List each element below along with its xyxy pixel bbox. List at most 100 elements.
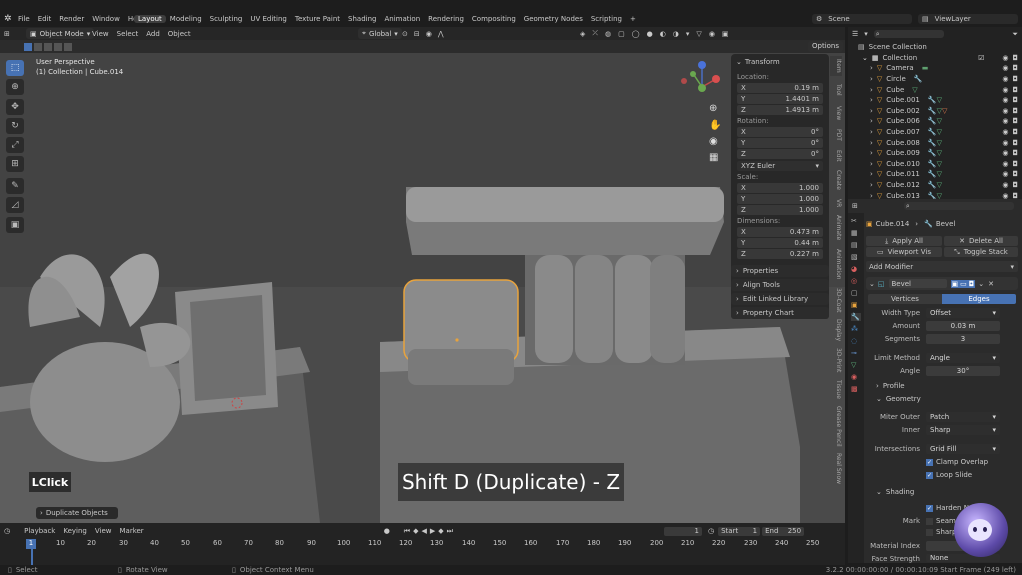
xray-icon[interactable]: ▢	[618, 30, 625, 38]
outliner-row[interactable]: › ▽ Cube.007 🔧 ▽ ◉ ◘	[848, 127, 1022, 138]
sidebar-tab-pdt[interactable]: PDT	[830, 126, 842, 144]
viewport-vis-button[interactable]: ▭ Viewport Vis	[866, 247, 942, 257]
shading-wireframe-icon[interactable]: ◯	[632, 30, 640, 38]
location-z-field[interactable]: Z 1.4913 m	[737, 105, 823, 115]
tab-shading[interactable]: Shading	[344, 15, 380, 23]
end-frame-field[interactable]: End 250	[762, 526, 805, 536]
camera-render-icon[interactable]: ◘	[1012, 160, 1018, 168]
menu-file[interactable]: File	[14, 15, 34, 23]
eye-icon[interactable]: ◉	[1002, 75, 1008, 83]
camera-icon[interactable]: ◉	[709, 136, 718, 147]
view-layer-selector[interactable]: ▤ ViewLayer	[918, 14, 1018, 24]
outliner-row[interactable]: › ▽ Cube.011 🔧 ▽ ◉ ◘	[848, 169, 1022, 180]
select-extend-icon[interactable]	[34, 42, 42, 51]
sidebar-tab-tool[interactable]: Tool	[830, 80, 842, 100]
shading-solid-icon[interactable]: ●	[647, 30, 653, 38]
tab-rendering[interactable]: Rendering	[424, 15, 468, 23]
camera-render-icon[interactable]: ◘	[1012, 181, 1018, 189]
limit-method-dropdown[interactable]: Angle ▾	[926, 353, 1000, 363]
scale-y-field[interactable]: Y 1.000	[737, 194, 823, 204]
select-intersect-icon[interactable]	[64, 42, 72, 51]
last-operation-panel[interactable]: › Duplicate Objects	[36, 507, 118, 519]
playhead[interactable]: 1	[26, 539, 36, 549]
sidebar-tab-view[interactable]: View	[830, 103, 842, 123]
move-tool-icon[interactable]: ✥	[6, 99, 24, 115]
jump-end-icon[interactable]: ⏭	[447, 527, 456, 535]
edges-toggle[interactable]: Edges	[942, 294, 1016, 304]
edit-linked-library-subpanel[interactable]: › Edit Linked Library	[731, 293, 829, 305]
tab-geometry-nodes[interactable]: Geometry Nodes	[520, 15, 587, 23]
menu-view[interactable]: View	[88, 30, 113, 38]
pivot-icon[interactable]: ⊙	[402, 30, 408, 38]
rotation-mode-dropdown[interactable]: XYZ Euler ▾	[737, 161, 823, 171]
outliner-row[interactable]: › ▽ Cube.008 🔧 ▽ ◉ ◘	[848, 137, 1022, 148]
camera-render-icon[interactable]: ◘	[1012, 54, 1018, 62]
outliner-row[interactable]: › ▽ Circle 🔧 ◉ ◘	[848, 74, 1022, 85]
miter-outer-dropdown[interactable]: Patch ▾	[926, 412, 1000, 422]
tab-sculpting[interactable]: Sculpting	[206, 15, 247, 23]
eye-icon[interactable]: ◉	[1002, 139, 1008, 147]
tab-uv-editing[interactable]: UV Editing	[246, 15, 291, 23]
property-chart-subpanel[interactable]: › Property Chart	[731, 307, 829, 319]
properties-subpanel[interactable]: › Properties	[731, 265, 829, 277]
edit-mode-toggle-icon[interactable]: ▣	[950, 279, 960, 288]
tool-tab-icon[interactable]: ✂	[851, 217, 861, 225]
gizmo-icon[interactable]: ⤫	[592, 29, 598, 38]
seam-checkbox[interactable]: Seam	[926, 517, 956, 525]
sidebar-tab-vr[interactable]: VR	[830, 196, 842, 210]
particles-tab-icon[interactable]: ⁂	[851, 325, 861, 333]
data-tab-icon[interactable]: ▽	[851, 361, 861, 369]
cursor-tool-icon[interactable]: ⊕	[6, 79, 24, 95]
blender-logo-icon[interactable]: ✲	[4, 14, 12, 24]
timeline-ruler[interactable]: 1 10 20 30 40 50 60 70 80 90 100 110 120…	[0, 539, 845, 549]
rotation-x-field[interactable]: X 0°	[737, 127, 823, 137]
falloff-icon[interactable]: ⋀	[438, 30, 444, 38]
camera-render-icon[interactable]: ◘	[1012, 107, 1018, 115]
start-frame-field[interactable]: Start 1	[718, 526, 761, 536]
mode-dropdown[interactable]: ▣ Object Mode ▾	[26, 28, 95, 39]
view-layer-tab-icon[interactable]: ▧	[851, 253, 861, 261]
constraints-tab-icon[interactable]: ⊸	[851, 349, 861, 357]
measure-tool-icon[interactable]: ◿	[6, 197, 24, 213]
dimensions-x-field[interactable]: X 0.473 m	[737, 227, 823, 237]
shading-subpanel[interactable]: ⌄ Shading	[876, 488, 914, 496]
outliner-row[interactable]: › ▽ Cube ▽ ◉ ◘	[848, 84, 1022, 95]
outliner-row[interactable]: ⌄ ▦ Collection ☑ ◉ ◘	[848, 53, 1022, 64]
output-tab-icon[interactable]: ▤	[851, 241, 861, 249]
camera-render-icon[interactable]: ◘	[1012, 75, 1018, 83]
material-tab-icon[interactable]: ◉	[851, 373, 861, 381]
angle-field[interactable]: 30°	[926, 366, 1000, 376]
align-tools-subpanel[interactable]: › Align Tools	[731, 279, 829, 291]
eye-icon[interactable]: ◉	[1002, 96, 1008, 104]
sharp-checkbox[interactable]: Sharp	[926, 528, 957, 536]
transform-tool-icon[interactable]: ⊞	[6, 156, 24, 172]
outliner-row[interactable]: › ▽ Cube.010 🔧 ▽ ◉ ◘	[848, 159, 1022, 170]
modifier-tab-icon[interactable]: 🔧	[851, 313, 861, 321]
collection-tab-icon[interactable]: ▢	[851, 289, 861, 297]
sidebar-tab-animate[interactable]: Animate	[830, 214, 842, 242]
outliner-row-scene-collection[interactable]: ▤ Scene Collection	[848, 42, 1022, 53]
eye-icon[interactable]: ◉	[1002, 54, 1008, 62]
eye-icon[interactable]: ◉	[1002, 86, 1008, 94]
current-frame-field[interactable]: 1	[663, 526, 702, 536]
select-new-icon[interactable]	[24, 42, 32, 51]
menu-view[interactable]: View	[91, 527, 116, 535]
sidebar-tab-3d-coat[interactable]: 3D-Coat	[830, 286, 842, 314]
eye-icon[interactable]: ◉	[1002, 160, 1008, 168]
outliner-row[interactable]: › ▽ Cube.006 🔧 ▽ ◉ ◘	[848, 116, 1022, 127]
outliner-search-input[interactable]: ⌕	[873, 30, 944, 38]
prev-keyframe-icon[interactable]: ◆	[413, 527, 421, 535]
eye-icon[interactable]: ◉	[1002, 181, 1008, 189]
select-subtract-icon[interactable]	[44, 42, 52, 51]
width-type-dropdown[interactable]: Offset ▾	[926, 308, 1000, 318]
tab-modeling[interactable]: Modeling	[166, 15, 206, 23]
location-x-field[interactable]: X 0.19 m	[737, 83, 823, 93]
apply-all-button[interactable]: ⤓ Apply All	[866, 236, 942, 246]
menu-edit[interactable]: Edit	[34, 15, 56, 23]
sidebar-tab-animation[interactable]: Animation	[830, 246, 842, 282]
record-icon[interactable]: ●	[384, 527, 390, 535]
camera-render-icon[interactable]: ◘	[1012, 170, 1018, 178]
object-tab-icon[interactable]: ▣	[851, 301, 861, 309]
eye-icon[interactable]: ◉	[1002, 149, 1008, 157]
modifier-name-input[interactable]: Bevel	[888, 279, 947, 288]
